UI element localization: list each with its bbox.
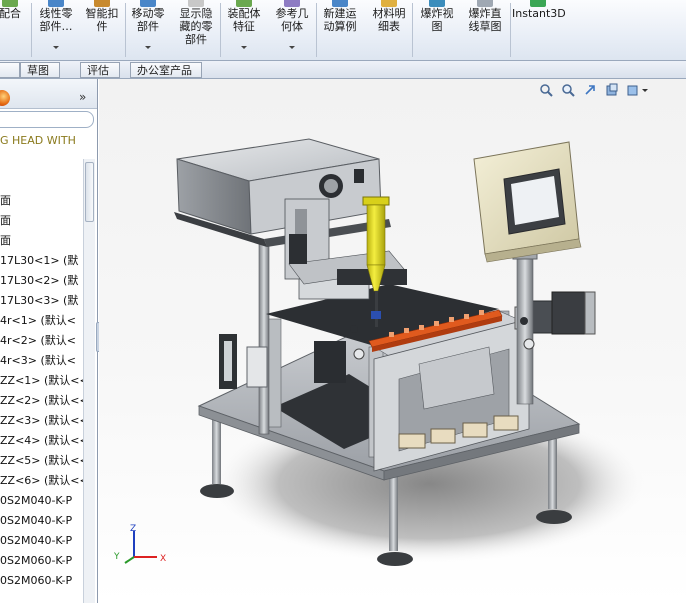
tree-item[interactable]: 0S2M040-K-P (0, 514, 72, 528)
tree-item[interactable]: ZZ<6> (默认<< (0, 474, 89, 488)
new-motion-study-button[interactable]: 新建运 动算例 (318, 0, 362, 60)
tab-sketch[interactable]: 草图 (20, 62, 60, 78)
smart-fasteners-button[interactable]: 智能扣 件 (80, 0, 124, 60)
coordinate-triad: Z Y X (113, 524, 166, 564)
bill-of-materials-label: 材料明 细表 (372, 7, 406, 33)
move-component-label: 移动零 部件 (131, 7, 165, 33)
reference-geometry-label: 参考几 何体 (275, 7, 309, 33)
instant3d-icon (530, 0, 546, 7)
exploded-view-label: 爆炸视 图 (420, 7, 454, 33)
tree-item[interactable]: ZZ<3> (默认<< (0, 414, 89, 428)
tree-item[interactable]: ZZ<2> (默认<< (0, 394, 89, 408)
assembly-feature-icon (236, 0, 252, 7)
controller-box (174, 138, 391, 247)
show-hide-icon (188, 0, 204, 7)
explode-line-label: 爆炸直 线草图 (468, 7, 502, 33)
new-motion-study-label: 新建运 动算例 (323, 7, 357, 33)
ribbon-separator (220, 3, 221, 57)
ribbon-separator (316, 3, 317, 57)
exploded-view-icon (429, 0, 445, 7)
tree-item[interactable]: ZZ<5> (默认<< (0, 454, 89, 468)
tree-item[interactable]: 0S2M060-K-P (0, 574, 72, 588)
tree-item[interactable]: 4r<2> (默认< (0, 334, 76, 348)
move-component-icon (140, 0, 156, 7)
reference-geometry-icon (284, 0, 300, 7)
tree-filter-input[interactable] (0, 111, 94, 128)
bill-of-materials-button[interactable]: 材料明 细表 (367, 0, 411, 60)
reference-geometry-button[interactable]: 参考几 何体 (270, 0, 314, 60)
expand-panel-icon[interactable]: » (79, 90, 86, 104)
linear-pattern-button[interactable]: 线性零 部件… (34, 0, 78, 60)
tree-scrollbar[interactable] (83, 159, 95, 603)
ribbon-separator (31, 3, 32, 57)
bill-of-materials-icon (381, 0, 397, 7)
tree-item[interactable]: 0S2M040-K-P (0, 494, 72, 508)
chevron-down-icon[interactable] (289, 46, 295, 49)
chevron-down-icon[interactable] (53, 46, 59, 49)
assembly-feature-label: 装配体 特征 (227, 7, 261, 33)
scrollbar-thumb[interactable] (85, 162, 94, 222)
mate-label: 配合 (0, 7, 21, 20)
smart-fasteners-icon (94, 0, 110, 7)
tree-item[interactable]: 17L30<3> (默 (0, 294, 78, 308)
display-manager-icon[interactable] (0, 90, 10, 106)
tab-blank[interactable] (0, 62, 20, 78)
tree-item[interactable]: ZZ<1> (默认<< (0, 374, 89, 388)
tree-item[interactable]: 面 (0, 194, 11, 208)
triad-x-label: X (160, 554, 166, 564)
dispensing-machine-model[interactable]: Z Y X (99, 79, 686, 603)
tree-item[interactable]: 面 (0, 234, 11, 248)
explode-line-button[interactable]: 爆炸直 线草图 (462, 0, 508, 60)
ribbon-separator (125, 3, 126, 57)
show-hide-button[interactable]: 显示隐 藏的零 部件 (173, 0, 219, 60)
panel-header: » (0, 79, 97, 109)
feature-manager-panel: » G HEAD WITH 面面面 17L30<1> (默 17L30<2> (默 1… (0, 79, 98, 603)
command-ribbon: 配合 线性零 部件… 智能扣 件移动零 部件 显示隐 藏的零 部件 装配体 特征 参考几 … (0, 0, 686, 61)
mate-icon (2, 0, 18, 7)
linear-pattern-label: 线性零 部件… (39, 7, 73, 33)
assembly-root-title[interactable]: G HEAD WITH (0, 134, 76, 147)
tree-item[interactable]: 面 (0, 214, 11, 228)
tree-item[interactable]: 0S2M060-K-P (0, 554, 72, 568)
tree-item[interactable]: 17L30<1> (默 (0, 254, 78, 268)
explode-line-icon (477, 0, 493, 7)
tab-evaluate[interactable]: 评估 (80, 62, 120, 78)
instant3d-button[interactable]: Instant3D (512, 0, 566, 60)
show-hide-label: 显示隐 藏的零 部件 (179, 7, 213, 46)
chevron-down-icon[interactable] (145, 46, 151, 49)
smart-fasteners-label: 智能扣 件 (85, 7, 119, 33)
assembly-feature-button[interactable]: 装配体 特征 (222, 0, 266, 60)
graphics-viewport[interactable]: Z Y X (99, 79, 686, 603)
instant3d-label: Instant3D (512, 7, 566, 20)
tree-item[interactable]: 0S2M040-K-P (0, 534, 72, 548)
exploded-view-button[interactable]: 爆炸视 图 (415, 0, 459, 60)
move-component-button[interactable]: 移动零 部件 (126, 0, 170, 60)
new-motion-study-icon (332, 0, 348, 7)
tree-item[interactable]: ZZ<4> (默认<< (0, 434, 89, 448)
mate-button[interactable]: 配合 (0, 0, 28, 60)
ribbon-separator (412, 3, 413, 57)
tree-item[interactable]: 4r<1> (默认< (0, 314, 76, 328)
chevron-down-icon[interactable] (241, 46, 247, 49)
tree-item[interactable]: 4r<3> (默认< (0, 354, 76, 368)
ribbon-separator (510, 3, 511, 57)
command-manager-tabs: 草图 评估 办公室产品 (0, 61, 686, 79)
triad-z-label: Z (130, 524, 136, 534)
triad-y-label: Y (113, 552, 120, 562)
tab-office-products[interactable]: 办公室产品 (130, 62, 202, 78)
tree-item[interactable]: 17L30<2> (默 (0, 274, 78, 288)
linear-pattern-icon (48, 0, 64, 7)
